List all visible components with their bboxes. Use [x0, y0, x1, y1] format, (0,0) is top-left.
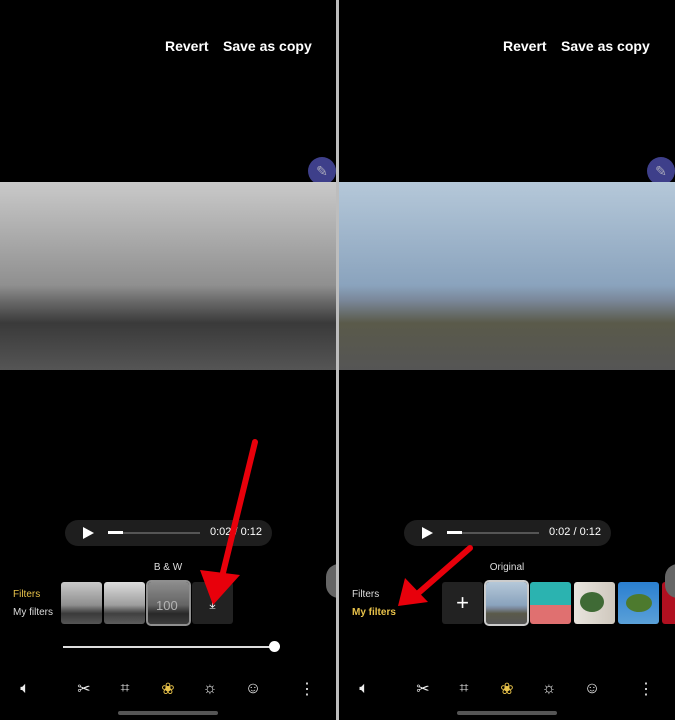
arrow-annotation — [217, 439, 258, 588]
arrow-annotation — [412, 545, 473, 599]
annotation-arrows — [200, 439, 473, 606]
